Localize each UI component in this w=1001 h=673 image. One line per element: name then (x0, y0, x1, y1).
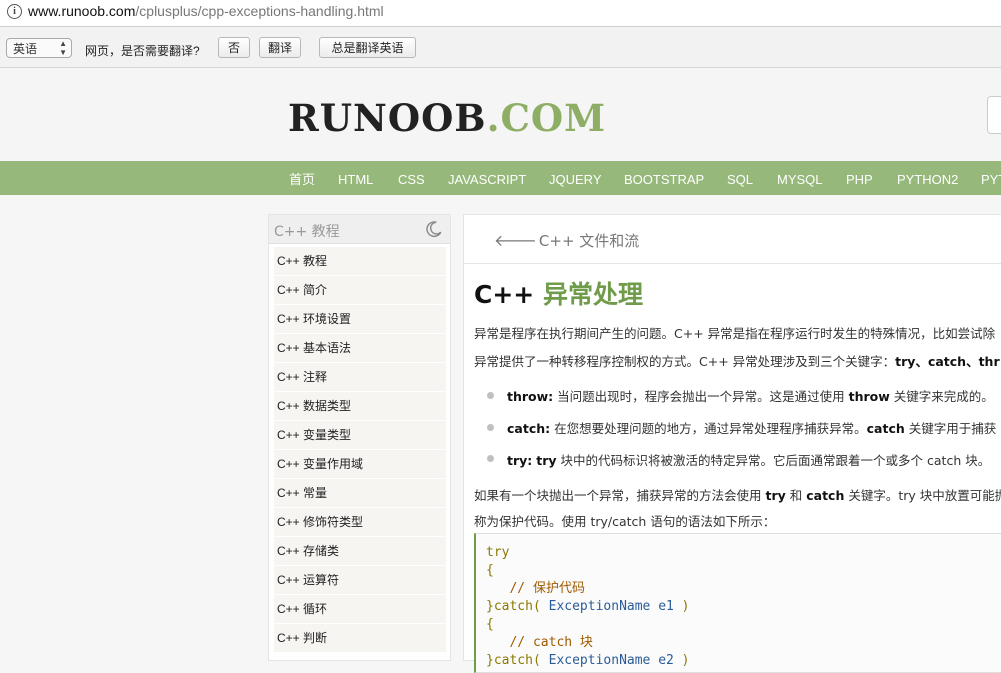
intro-paragraph: 异常是程序在执行期间产生的问题。C++ 异常是指在程序运行时发生的特殊情况，比如… (474, 326, 996, 341)
code-class: ExceptionName e1 (540, 599, 674, 614)
arrow-left-icon: 🡐 (494, 231, 537, 250)
list-item-keyword: throw (848, 389, 890, 404)
divider (464, 263, 1001, 264)
translate-question: 网页，是否需要翻译? (85, 44, 200, 58)
prev-page-link[interactable]: 🡐 C++ 文件和流 (494, 230, 639, 251)
address-bar[interactable]: i www.runoob.com/cplusplus/cpp-exception… (0, 0, 1001, 27)
bullet-dot (487, 392, 494, 399)
sidebar-item[interactable]: C++ 基本语法 (274, 334, 446, 362)
nav-item-javascript[interactable]: JAVASCRIPT (448, 161, 526, 199)
code-block[interactable]: try { // 保护代码 }catch( ExceptionName e1 )… (474, 533, 1001, 673)
code-comment: // catch 块 (486, 635, 593, 650)
page-title-prefix: C++ (474, 280, 543, 309)
url-text[interactable]: www.runoob.com/cplusplus/cpp-exceptions-… (28, 3, 384, 19)
nav-item-python3[interactable]: PYT (981, 161, 1001, 199)
list-item-text: 关键字来完成的。 (889, 389, 994, 404)
main-nav: 首页 HTML CSS JAVASCRIPT JQUERY BOOTSTRAP … (0, 161, 1001, 195)
sidebar-item[interactable]: C++ 简介 (274, 276, 446, 304)
code-keyword: ) (673, 599, 690, 614)
nav-item-home[interactable]: 首页 (289, 161, 315, 199)
nav-item-css[interactable]: CSS (398, 161, 425, 199)
prev-page-label: C++ 文件和流 (538, 232, 640, 250)
keywords-text: 异常提供了一种转移程序控制权的方式。C++ 异常处理涉及到三个关键字： (474, 354, 896, 369)
select-arrows-icon: ▲ ▼ (59, 39, 67, 57)
code-line: { (486, 563, 494, 578)
page-title-main: 异常处理 (542, 280, 643, 309)
site-logo[interactable]: RUNOOB.COM (288, 96, 606, 140)
sidebar-item[interactable]: C++ 修饰符类型 (274, 508, 446, 536)
list-item-keyword: throw: (507, 389, 554, 404)
main-content: 🡐 C++ 文件和流 C++ 异常处理 异常是程序在执行期间产生的问题。C++ 异… (463, 214, 1001, 673)
translate-bar: 英语 ▲ ▼ 网页，是否需要翻译? 否 翻译 总是翻译英语 (0, 27, 1001, 68)
moon-icon[interactable] (425, 220, 443, 238)
list-item: throw: 当问题出现时，程序会抛出一个异常。这是通过使用 throw 关键字… (507, 386, 994, 405)
sidebar-item[interactable]: C++ 运算符 (274, 566, 446, 594)
nav-item-sql[interactable]: SQL (727, 161, 753, 199)
sidebar-item[interactable]: C++ 变量类型 (274, 421, 446, 449)
paragraph-keyword: catch (806, 488, 845, 503)
code-keyword: }catch( (486, 599, 541, 614)
bullet-dot (487, 424, 494, 431)
language-select-value: 英语 (13, 42, 38, 56)
logo-text: RUNOOB (288, 96, 487, 140)
nav-item-jquery[interactable]: JQUERY (549, 161, 602, 199)
list-item-text: 关键字用于捕获 (904, 421, 997, 436)
keywords-paragraph: 异常提供了一种转移程序控制权的方式。C++ 异常处理涉及到三个关键字：try、c… (474, 351, 1000, 370)
bullet-dot (487, 455, 494, 462)
site-header: RUNOOB.COM (0, 68, 1001, 161)
sidebar-item[interactable]: C++ 存储类 (274, 537, 446, 565)
paragraph-text: 和 (785, 488, 807, 503)
sidebar-item[interactable]: C++ 环境设置 (274, 305, 446, 333)
url-host: www.runoob.com (28, 3, 136, 19)
code-line: { (486, 617, 494, 632)
code-line: try (486, 545, 510, 560)
list-item-text: 当问题出现时，程序会抛出一个异常。这是通过使用 (553, 389, 849, 404)
sidebar-item[interactable]: C++ 判断 (274, 624, 446, 652)
syntax-paragraph: 称为保护代码。使用 try/catch 语句的语法如下所示： (474, 514, 776, 529)
list-item-keyword: try: (507, 453, 533, 468)
paragraph-text: 关键字。try 块中放置可能抛 (844, 488, 1001, 503)
code-line: }catch( ExceptionName e2 ) (486, 652, 1001, 670)
page-title: C++ 异常处理 (474, 275, 643, 311)
code-line: }catch( ExceptionName e1 ) (486, 598, 1001, 616)
list-item-keyword: try (536, 453, 557, 468)
list-item-text: 在您想要处理问题的地方，通过异常处理程序捕获异常。 (550, 421, 867, 436)
sidebar-header: C++ 教程 (269, 215, 450, 244)
nav-item-mysql[interactable]: MYSQL (777, 161, 823, 199)
list-item: try: try 块中的代码标识将被激活的特定异常。它后面通常跟着一个或多个 c… (507, 450, 990, 469)
logo-domain: .COM (486, 96, 607, 140)
sidebar-title: C++ 教程 (274, 224, 340, 240)
nav-item-html[interactable]: HTML (338, 161, 373, 199)
sidebar-item[interactable]: C++ 注释 (274, 363, 446, 391)
sidebar-item[interactable]: C++ 数据类型 (274, 392, 446, 420)
sidebar-item[interactable]: C++ 常量 (274, 479, 446, 507)
paragraph-keyword: try (765, 488, 786, 503)
list-item-keyword: catch: (507, 421, 551, 436)
sidebar-item[interactable]: C++ 变量作用域 (274, 450, 446, 478)
info-icon[interactable]: i (7, 4, 22, 19)
trycatch-paragraph: 如果有一个块抛出一个异常，捕获异常的方法会使用 try 和 catch 关键字。… (474, 485, 1001, 504)
nav-item-bootstrap[interactable]: BOOTSTRAP (624, 161, 704, 199)
nav-item-php[interactable]: PHP (846, 161, 873, 199)
always-translate-button[interactable]: 总是翻译英语 (319, 37, 416, 58)
list-item-keyword: catch (866, 421, 905, 436)
keywords-list: try、catch、thr (895, 354, 1000, 369)
language-select[interactable]: 英语 ▲ ▼ (6, 38, 72, 58)
code-comment: // 保护代码 (486, 581, 585, 596)
sidebar: C++ 教程 C++ 教程 C++ 简介 C++ 环境设置 C++ 基本语法 C… (268, 214, 451, 661)
no-button[interactable]: 否 (218, 37, 250, 58)
sidebar-list: C++ 教程 C++ 简介 C++ 环境设置 C++ 基本语法 C++ 注释 C… (274, 247, 446, 653)
sidebar-item[interactable]: C++ 教程 (274, 247, 446, 275)
list-item: catch: 在您想要处理问题的地方，通过异常处理程序捕获异常。catch 关键… (507, 418, 996, 437)
translate-button[interactable]: 翻译 (259, 37, 301, 58)
sidebar-item[interactable]: C++ 循环 (274, 595, 446, 623)
list-item-text: 块中的代码标识将被激活的特定异常。它后面通常跟着一个或多个 catch 块。 (556, 453, 991, 468)
nav-item-python2[interactable]: PYTHON2 (897, 161, 958, 199)
url-path: /cplusplus/cpp-exceptions-handling.html (135, 3, 384, 19)
search-input[interactable] (987, 96, 1001, 134)
paragraph-text: 如果有一个块抛出一个异常，捕获异常的方法会使用 (474, 488, 766, 503)
